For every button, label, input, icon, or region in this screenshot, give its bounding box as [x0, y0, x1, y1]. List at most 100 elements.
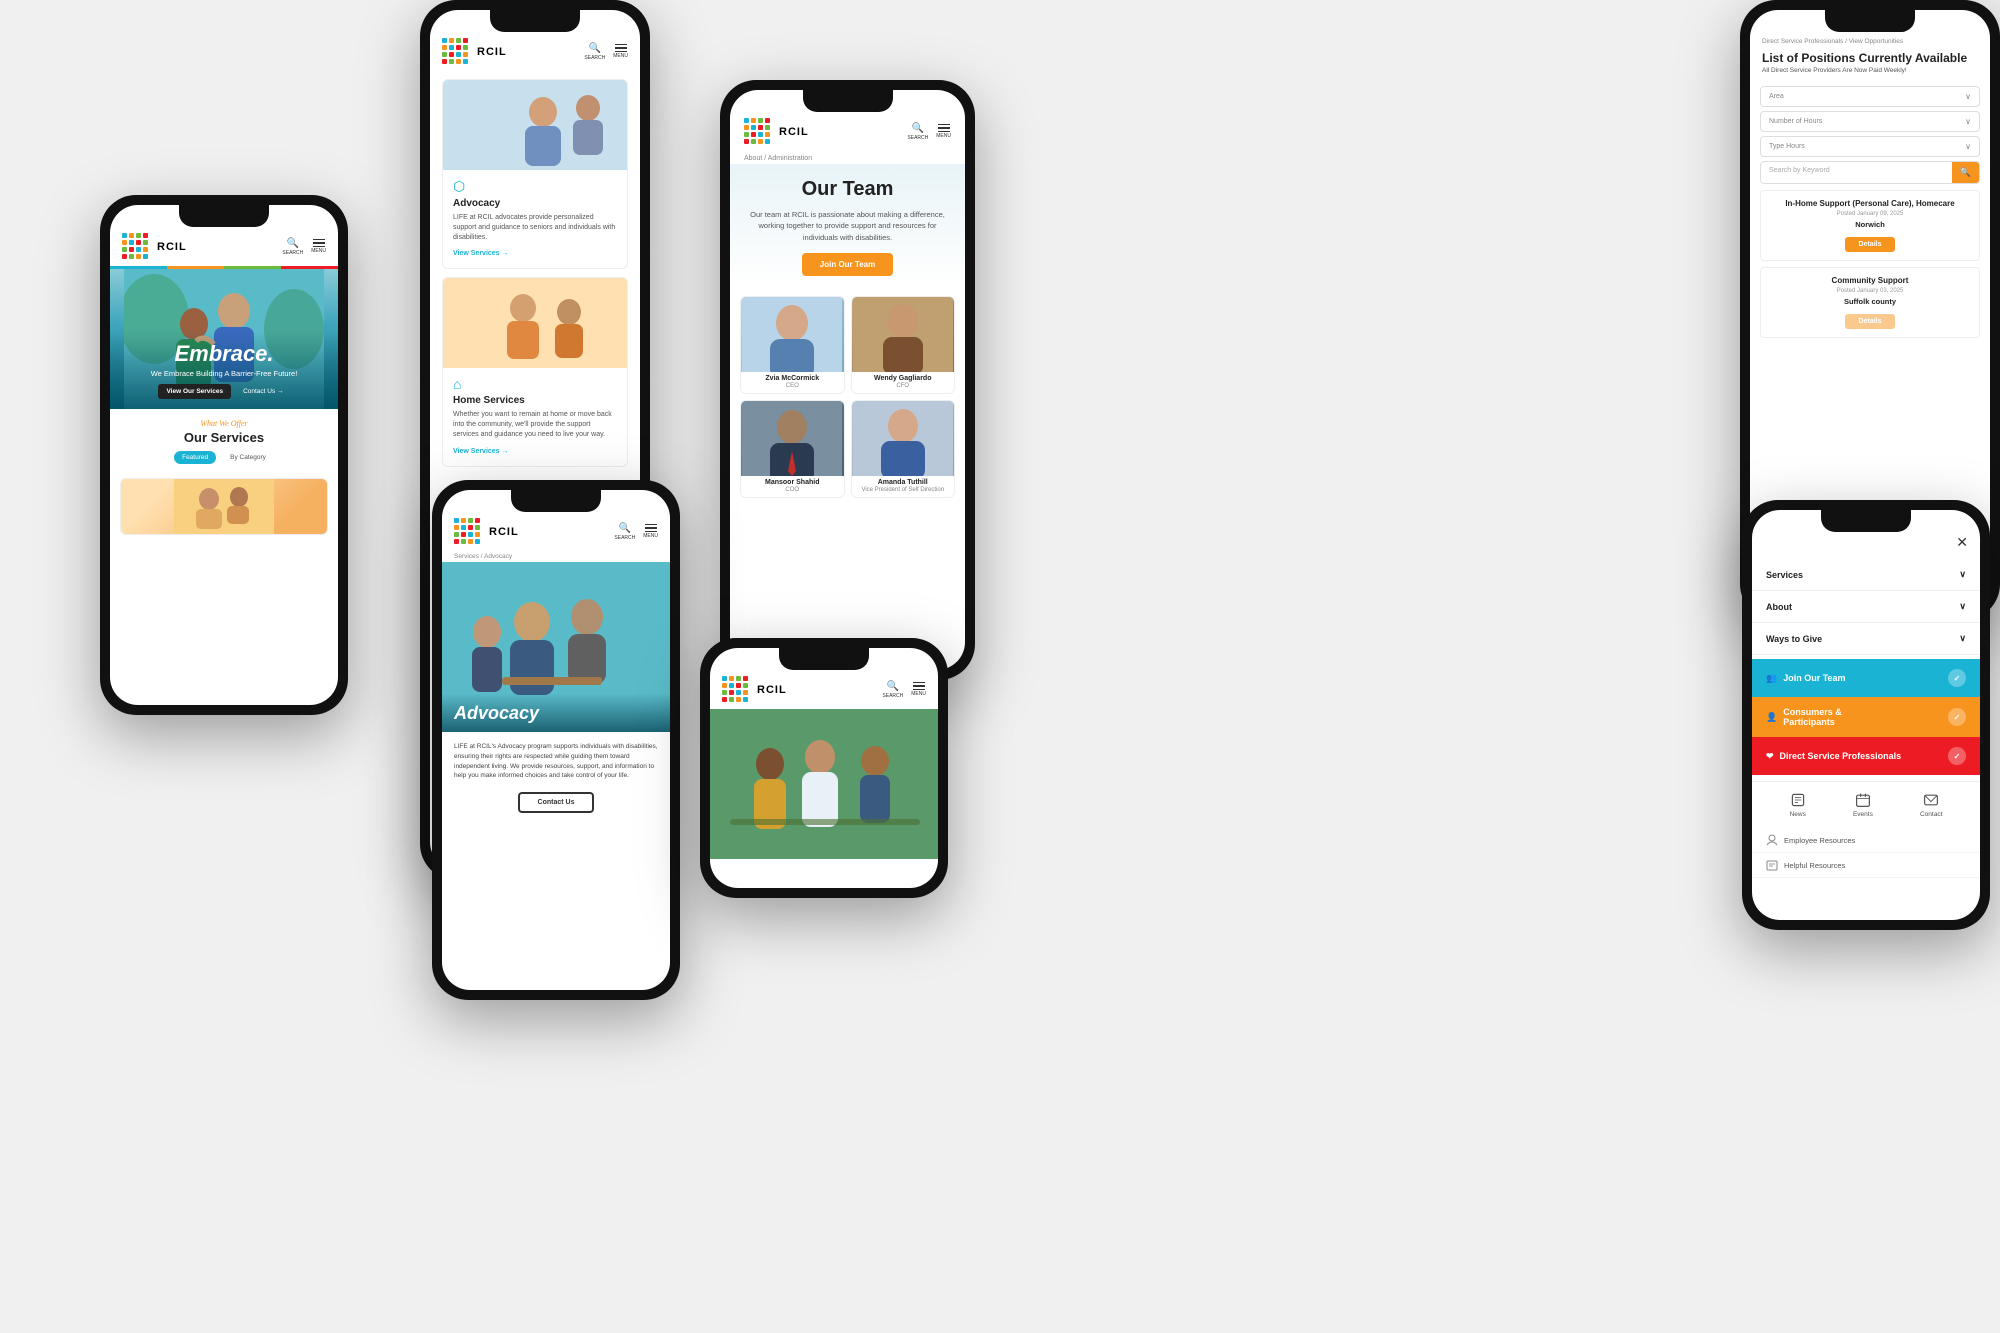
news-nav-item[interactable]: News [1790, 792, 1806, 818]
employee-resources-label: Employee Resources [1784, 836, 1855, 845]
team-photo-amanda [852, 401, 955, 476]
services-title: Our Services [122, 430, 326, 445]
search-nav-p4[interactable]: 🔍 SEARCH [614, 523, 635, 541]
jobs-subtitle: All Direct Service Providers Are Now Pai… [1750, 65, 1990, 82]
type-hours-filter[interactable]: Type Hours ∨ [1760, 136, 1980, 157]
menu-nav-p4[interactable]: MENU [643, 524, 658, 540]
breadcrumb-p4: Services / Advocacy [442, 551, 670, 562]
search-nav[interactable]: 🔍 SEARCH [282, 238, 303, 256]
rcil-grid-p5 [722, 676, 749, 703]
tab-category[interactable]: By Category [222, 451, 274, 464]
home-services-text: Whether you want to remain at home or mo… [453, 410, 617, 439]
nav-about-chevron: ∨ [1959, 601, 1966, 612]
nav-icons-p2: 🔍 SEARCH MENU [584, 43, 628, 61]
nav-item-services[interactable]: Services ∨ [1752, 559, 1980, 591]
close-button[interactable]: ✕ [1956, 534, 1968, 551]
advocacy-text: LIFE at RCIL advocates provide personali… [453, 213, 617, 242]
helpful-resources-icon [1766, 859, 1778, 871]
contact-us-link[interactable]: Contact Us → [237, 384, 289, 399]
wendy-name: Wendy Gagliardo [852, 372, 955, 383]
keyword-search[interactable]: Search by Keyword 🔍 [1760, 161, 1980, 184]
team-hero: Our Team Our team at RCIL is passionate … [730, 164, 965, 286]
services-section: What We Offer Our Services Featured By C… [110, 409, 338, 470]
menu-nav-p5[interactable]: MENU [911, 682, 926, 698]
mansoor-svg [742, 401, 842, 476]
nav-about-label: About [1766, 602, 1792, 612]
contact-icon [1923, 792, 1939, 808]
area-filter[interactable]: Area ∨ [1760, 86, 1980, 107]
main-scene: RCIL 🔍 SEARCH MENU [0, 0, 2000, 1333]
home-icon: ⌂ [453, 376, 617, 392]
join-team-check-icon: ✓ [1948, 669, 1966, 687]
notch-p3 [803, 90, 893, 112]
search-button[interactable]: 🔍 [1952, 162, 1979, 183]
phone-bottom: RCIL 🔍 SEARCH MENU [700, 638, 948, 898]
events-nav-item[interactable]: Events [1853, 792, 1873, 818]
zvia-name: Zvia McCormick [741, 372, 844, 383]
nav-icons-p4: 🔍 SEARCH MENU [614, 523, 658, 541]
employee-resources-item[interactable]: Employee Resources [1752, 828, 1980, 853]
nav-item-ways-to-give[interactable]: Ways to Give ∨ [1752, 623, 1980, 655]
view-services-button[interactable]: View Our Services [158, 384, 231, 399]
job2-date: Posted January 03, 2025 [1771, 288, 1969, 294]
menu-nav-p3[interactable]: MENU [936, 124, 951, 140]
phone-nav-menu: ✕ Services ∨ About ∨ Ways to Give ∨ [1742, 500, 1990, 930]
search-nav-p3[interactable]: 🔍 SEARCH [907, 123, 928, 141]
home-view-services-link[interactable]: View Services → [453, 448, 509, 455]
join-team-icon: 👥 [1766, 673, 1777, 684]
hours-filter-label: Number of Hours [1769, 118, 1822, 125]
keyword-input[interactable]: Search by Keyword [1761, 162, 1952, 183]
join-team-button[interactable]: Join Our Team [802, 253, 893, 276]
advocacy-svg [443, 80, 627, 170]
team-card-amanda: Amanda Tuthill Vice President of Self Di… [851, 400, 956, 498]
phone7-content: ✕ Services ∨ About ∨ Ways to Give ∨ [1752, 510, 1980, 878]
nav-item-about[interactable]: About ∨ [1752, 591, 1980, 623]
team-grid: Zvia McCormick CEO Wendy Gagliardo CFO [730, 286, 965, 508]
rcil-logo-p2: RCIL [442, 38, 507, 65]
rcil-logo-p3: RCIL [744, 118, 809, 145]
team-card-wendy: Wendy Gagliardo CFO [851, 296, 956, 394]
join-team-nav-label: Join Our Team [1783, 673, 1845, 683]
contact-us-button[interactable]: Contact Us [518, 792, 595, 813]
hero-subtitle: We Embrace Building A Barrier-Free Futur… [120, 369, 328, 378]
view-services-link[interactable]: View Services → [453, 250, 509, 257]
search-nav-p5[interactable]: 🔍 SEARCH [882, 681, 903, 699]
helpful-resources-item[interactable]: Helpful Resources [1752, 853, 1980, 878]
rcil-logo-p4: RCIL [454, 518, 519, 545]
menu-nav-p2[interactable]: MENU [613, 44, 628, 60]
consumers-nav-button[interactable]: 👤 Consumers &Participants ✓ [1752, 697, 1980, 737]
consumers-check-icon: ✓ [1948, 708, 1966, 726]
services-label: What We Offer [122, 419, 326, 428]
direct-service-nav-button[interactable]: ❤ Direct Service Professionals ✓ [1752, 737, 1980, 775]
search-nav-p2[interactable]: 🔍 SEARCH [584, 43, 605, 61]
notch-p5 [779, 648, 869, 670]
contact-nav-item[interactable]: Contact [1920, 792, 1942, 818]
nav-ways-label: Ways to Give [1766, 634, 1822, 644]
amanda-svg [853, 401, 953, 476]
advocacy-body-text: LIFE at RCIL's Advocacy program supports… [454, 742, 658, 781]
tab-featured[interactable]: Featured [174, 451, 216, 464]
hero-title: Embrace. [120, 341, 328, 367]
nav-icons-p5: 🔍 SEARCH MENU [882, 681, 926, 699]
join-team-nav-button[interactable]: 👥 Join Our Team ✓ [1752, 659, 1980, 697]
team-title: Our Team [750, 178, 945, 201]
service-card-image [121, 479, 327, 534]
menu-nav[interactable]: MENU [311, 239, 326, 255]
job1-details-button[interactable]: Details [1845, 237, 1896, 252]
news-label: News [1790, 811, 1806, 818]
advocacy-title: Advocacy [453, 198, 617, 209]
consumers-icon: 👤 [1766, 712, 1777, 723]
jobs-breadcrumb: Direct Service Professionals / View Oppo… [1750, 30, 1990, 47]
home-services-card-body: ⌂ Home Services Whether you want to rema… [443, 368, 627, 465]
hero-overlay: Embrace. We Embrace Building A Barrier-F… [110, 331, 338, 409]
service-card-preview [120, 478, 328, 535]
job2-details-button[interactable]: Details [1845, 314, 1896, 329]
home-services-title: Home Services [453, 395, 617, 406]
hours-filter[interactable]: Number of Hours ∨ [1760, 111, 1980, 132]
job2-title: Community Support [1771, 276, 1969, 285]
type-hours-label: Type Hours [1769, 143, 1805, 150]
home-svg [443, 278, 627, 368]
helpful-resources-label: Helpful Resources [1784, 861, 1845, 870]
service-img-svg [174, 479, 274, 534]
mansoor-role: COO [741, 487, 844, 497]
